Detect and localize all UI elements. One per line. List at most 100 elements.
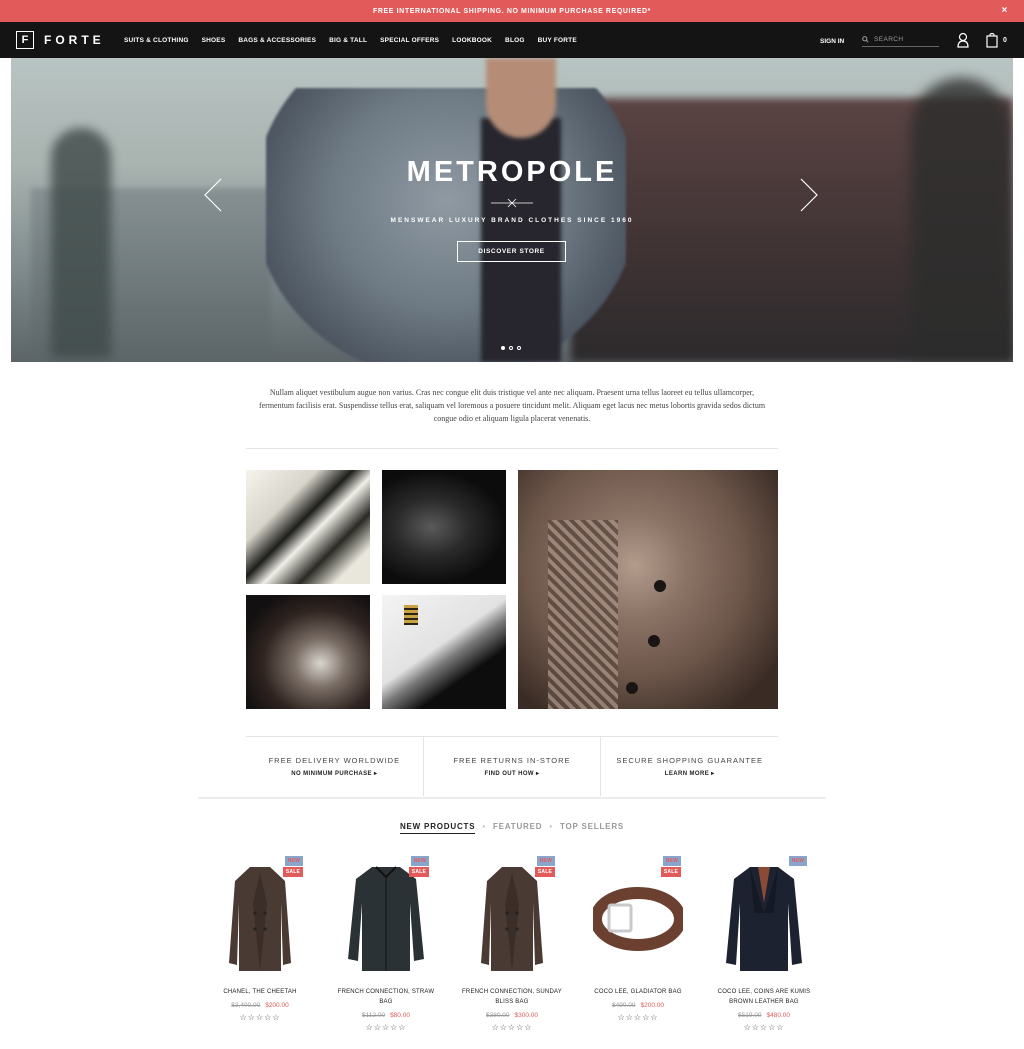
tab-separator: •: [482, 822, 486, 831]
category-tile-coats[interactable]: [518, 470, 778, 709]
slider-dot[interactable]: [501, 346, 505, 350]
nav-item-blog[interactable]: BLOG: [505, 37, 525, 44]
nav-item-suits[interactable]: SUITS & CLOTHING: [124, 37, 189, 44]
product-name[interactable]: FRENCH CONNECTION, SUNDAY BLISS BAG: [457, 987, 567, 1007]
product-card[interactable]: NEW SALE COCO LEE, GLADIATOR BAG $490.00…: [583, 855, 693, 1022]
old-price: $112.00: [362, 1012, 386, 1019]
product-image[interactable]: NEW: [709, 855, 819, 980]
sale-price: $480.00: [766, 1012, 791, 1019]
logo[interactable]: F FORTE: [16, 31, 105, 49]
chevron-left-icon[interactable]: [203, 178, 223, 212]
rating-stars: ☆☆☆☆☆: [365, 1023, 407, 1032]
hero-model-jacket: [266, 88, 626, 362]
category-tile-shoes[interactable]: [382, 470, 506, 584]
product-tabs: NEW PRODUCTS • FEATURED • TOP SELLERS: [0, 822, 1024, 834]
hero-model-face: [486, 58, 556, 138]
discover-store-button[interactable]: DISCOVER STORE: [457, 241, 566, 262]
feature-secure: SECURE SHOPPING GUARANTEE LEARN MORE ▸: [601, 737, 778, 796]
product-name[interactable]: COCO LEE, COINS ARE KUMIS BROWN LEATHER …: [709, 987, 819, 1007]
rating-stars: ☆☆☆☆☆: [617, 1013, 659, 1022]
product-image[interactable]: NEW SALE: [331, 855, 441, 980]
feature-link[interactable]: LEARN MORE ▸: [601, 770, 778, 777]
nav-item-lookbook[interactable]: LOOKBOOK: [452, 37, 492, 44]
nav-item-special-offers[interactable]: SPECIAL OFFERS: [380, 37, 439, 44]
feature-title: FREE DELIVERY WORLDWIDE: [268, 756, 401, 765]
slider-dot[interactable]: [517, 346, 521, 350]
category-tile-belts[interactable]: [246, 595, 370, 709]
scarf-image: [548, 520, 618, 709]
user-icon[interactable]: [957, 32, 969, 48]
feature-link[interactable]: FIND OUT HOW ▸: [424, 770, 601, 777]
search-icon[interactable]: [862, 36, 869, 43]
product-card[interactable]: NEW COCO LEE, COINS ARE KUMIS BROWN LEAT…: [709, 855, 819, 1032]
category-tile-ties[interactable]: [246, 470, 370, 584]
feature-title: SECURE SHOPPING GUARANTEE: [616, 756, 764, 765]
product-price: $490.00 $200.00: [583, 1002, 693, 1009]
coat-icon: [229, 866, 291, 971]
coat-button: [626, 682, 638, 694]
hero-title: METROPOLE: [406, 156, 618, 188]
belt-icon: [593, 886, 683, 951]
close-icon[interactable]: ×: [1002, 4, 1008, 18]
feature-returns: FREE RETURNS IN-STORE FIND OUT HOW ▸: [424, 737, 602, 796]
logo-mark: F: [16, 31, 34, 49]
hero-slider: METROPOLE MENSWEAR LUXURY BRAND CLOTHES …: [11, 58, 1013, 362]
product-name[interactable]: CHANEL, THE CHEETAH: [205, 987, 315, 997]
coat-button: [648, 635, 660, 647]
product-price: $519.00 $480.00: [709, 1012, 819, 1019]
logo-text: FORTE: [44, 33, 105, 47]
nav-item-shoes[interactable]: SHOES: [202, 37, 226, 44]
coat-button: [654, 580, 666, 592]
new-badge: NEW: [662, 856, 681, 866]
feature-title: FREE RETURNS IN-STORE: [453, 756, 571, 765]
product-card[interactable]: NEW SALE FRENCH CONNECTION, STRAW BAG $1…: [331, 855, 441, 1032]
shopping-bag-icon[interactable]: [986, 32, 998, 48]
cufflink-image: [404, 605, 418, 625]
nav-item-bags[interactable]: BAGS & ACCESSORIES: [238, 37, 316, 44]
slider-dot[interactable]: [509, 346, 513, 350]
old-price: $490.00: [612, 1002, 636, 1009]
product-image[interactable]: NEW SALE: [583, 855, 693, 980]
category-tile-cufflinks[interactable]: [382, 595, 506, 709]
nav-item-buy-forte[interactable]: BUY FORTE: [538, 37, 577, 44]
sale-price: $200.00: [265, 1002, 289, 1009]
tab-new-products[interactable]: NEW PRODUCTS: [399, 822, 476, 834]
product-card[interactable]: NEW SALE CHANEL, THE CHEETAH $3,400.00 $2…: [205, 855, 315, 1022]
product-card[interactable]: NEW SALE FRENCH CONNECTION, SUNDAY BLISS…: [457, 855, 567, 1032]
chevron-right-icon[interactable]: [799, 178, 819, 212]
sign-in-link[interactable]: SIGN IN: [820, 38, 844, 45]
divider: [198, 797, 826, 799]
old-price: $519.00: [738, 1012, 762, 1019]
rating-stars: ☆☆☆☆☆: [239, 1013, 281, 1022]
cart-count: 0: [1003, 37, 1007, 44]
sale-badge: SALE: [282, 867, 303, 877]
rating-stars: ☆☆☆☆☆: [743, 1023, 785, 1032]
tab-top-sellers[interactable]: TOP SELLERS: [560, 822, 624, 831]
hero-model-shirt: [481, 118, 561, 362]
product-name[interactable]: FRENCH CONNECTION, STRAW BAG: [331, 987, 441, 1007]
rating-stars: ☆☆☆☆☆: [491, 1023, 533, 1032]
product-image[interactable]: NEW SALE: [457, 855, 567, 980]
sale-badge: SALE: [660, 867, 681, 877]
product-price: $380.00 $300.00: [457, 1012, 567, 1019]
product-name[interactable]: COCO LEE, GLADIATOR BAG: [583, 987, 693, 997]
announcement-text: FREE INTERNATIONAL SHIPPING. NO MINIMUM …: [373, 7, 651, 15]
nav-item-big-tall[interactable]: BIG & TALL: [329, 37, 367, 44]
jacket-icon: [348, 865, 424, 971]
sale-price: $300.00: [514, 1012, 539, 1019]
sale-badge: SALE: [534, 867, 555, 877]
product-price: $3,400.00 $200.00: [205, 1002, 315, 1009]
intro-text: Nullam aliquet vestibulum augue non vari…: [258, 388, 766, 423]
new-badge: NEW: [284, 856, 303, 866]
search-input[interactable]: [874, 36, 934, 43]
sale-badge: SALE: [408, 867, 429, 877]
divider: [246, 448, 778, 449]
old-price: $380.00: [486, 1012, 510, 1019]
old-price: $3,400.00: [231, 1002, 261, 1009]
product-image[interactable]: NEW SALE: [205, 855, 315, 980]
tab-separator: •: [549, 822, 553, 831]
search-box: [862, 33, 939, 47]
tab-featured[interactable]: FEATURED: [493, 822, 542, 831]
feature-link[interactable]: NO MINIMUM PURCHASE ▸: [246, 770, 423, 777]
nav-menu: SUITS & CLOTHING SHOES BAGS & ACCESSORIE…: [124, 22, 577, 58]
